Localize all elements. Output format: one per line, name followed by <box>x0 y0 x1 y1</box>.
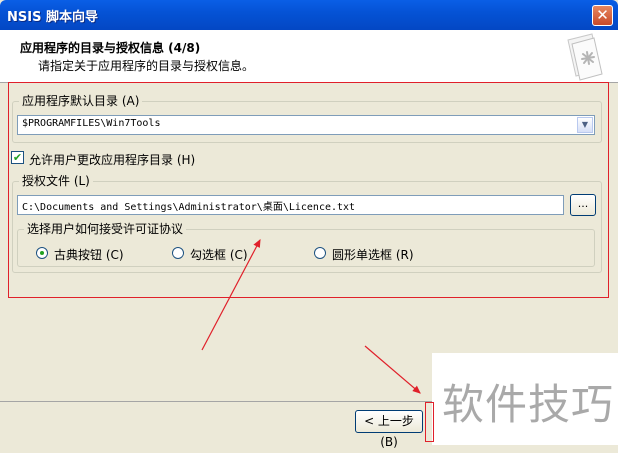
browse-button[interactable]: ... <box>570 194 596 216</box>
allow-change-label: 允许用户更改应用程序目录 (H) <box>29 153 196 167</box>
license-file-value: C:\Documents and Settings\Administrator\… <box>22 202 356 213</box>
page-title: 应用程序的目录与授权信息 (4/8) <box>20 41 201 55</box>
radio-indicator[interactable] <box>36 247 48 259</box>
default-dir-legend: 应用程序默认目录 (A) <box>19 94 143 108</box>
watermark: 软件技巧 <box>432 353 618 445</box>
license-file-input[interactable]: C:\Documents and Settings\Administrator\… <box>17 195 564 215</box>
radio-classic-label: 古典按钮 (C) <box>54 248 124 262</box>
radio-round-label: 圆形单选框 (R) <box>332 248 414 262</box>
chevron-down-icon[interactable]: ▼ <box>577 117 593 133</box>
allow-change-checkbox[interactable]: ✔ <box>11 151 24 164</box>
close-button[interactable]: ✕ <box>592 5 613 26</box>
window-title: NSIS 脚本向导 <box>7 10 98 25</box>
annotation-arrow-down <box>364 345 421 394</box>
title-bar: NSIS 脚本向导 ✕ <box>0 0 618 30</box>
wizard-header: 应用程序的目录与授权信息 (4/8) 请指定关于应用程序的目录与授权信息。 <box>0 30 618 83</box>
default-dir-value: $PROGRAMFILES\Win7Tools <box>22 118 161 129</box>
watermark-text: 软件技巧 <box>442 380 615 429</box>
radio-indicator[interactable] <box>172 247 184 259</box>
radio-checkbox-label: 勾选框 (C) <box>190 248 248 262</box>
accept-method-legend: 选择用户如何接受许可证协议 <box>24 222 187 236</box>
annotation-highlight-box-small <box>425 402 434 442</box>
page-subtitle: 请指定关于应用程序的目录与授权信息。 <box>38 59 255 73</box>
back-button[interactable]: < 上一步 (B) <box>355 410 423 449</box>
radio-indicator[interactable] <box>314 247 326 259</box>
close-icon: ✕ <box>596 6 609 24</box>
license-legend: 授权文件 (L) <box>19 174 93 188</box>
document-gear-icon <box>567 33 603 81</box>
default-dir-combobox[interactable]: $PROGRAMFILES\Win7Tools ▼ <box>17 115 595 135</box>
